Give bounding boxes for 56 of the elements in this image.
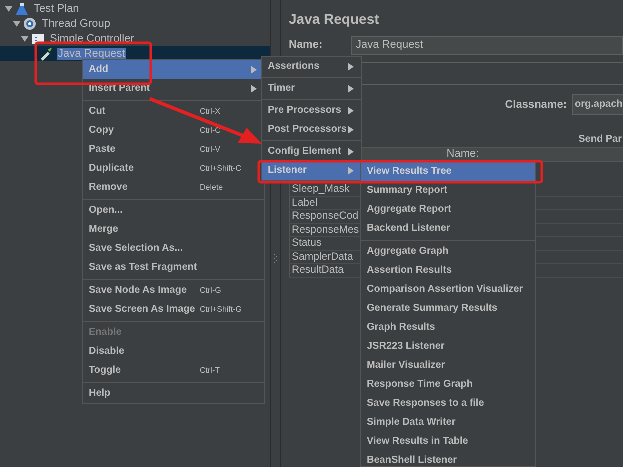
menu-item[interactable]: Merge: [83, 220, 264, 239]
gear-icon: [23, 16, 37, 30]
tree-label: Thread Group: [41, 18, 112, 30]
tree-label: Test Plan: [33, 2, 80, 14]
menu-item[interactable]: Config Element: [262, 142, 361, 161]
shortcut-label: Ctrl-C: [200, 126, 221, 135]
menu-item[interactable]: Post Processors: [262, 120, 361, 139]
menu-item[interactable]: Cut Ctrl-X: [83, 102, 264, 121]
name-field[interactable]: Java Request: [351, 36, 623, 54]
menu-item[interactable]: Open...: [83, 201, 264, 220]
section-label: Send Par: [578, 134, 622, 144]
menu-item[interactable]: Add: [83, 60, 264, 79]
shortcut-label: Ctrl-V: [200, 145, 220, 154]
menu-item[interactable]: View Results in Table: [361, 432, 535, 451]
classname-dropdown[interactable]: org.apach: [572, 94, 623, 115]
menu-item[interactable]: Duplicate Ctrl+Shift-C: [83, 159, 264, 178]
tree-item[interactable]: Test Plan: [0, 1, 270, 16]
menu-item[interactable]: Response Time Graph: [361, 375, 535, 394]
menu-item[interactable]: Save as Test Fragment: [83, 258, 264, 277]
field-label: Name:: [289, 39, 324, 51]
controller-icon: [31, 32, 45, 46]
shortcut-label: Ctrl-G: [200, 286, 222, 295]
menu-item[interactable]: Timer: [262, 79, 361, 98]
menu-item[interactable]: JSR223 Listener: [361, 337, 535, 356]
tree-label: Simple Controller: [49, 32, 136, 44]
tree-item[interactable]: Simple Controller: [0, 31, 270, 46]
tree-item[interactable]: Thread Group: [0, 16, 270, 31]
menu-item[interactable]: Disable: [83, 342, 264, 361]
shortcut-label: Ctrl+Shift-C: [200, 164, 242, 173]
shortcut-label: Ctrl+Shift-G: [200, 305, 242, 314]
shortcut-label: Ctrl-X: [200, 107, 220, 116]
menu-item[interactable]: Assertion Results: [361, 261, 535, 280]
menu-item[interactable]: Pre Processors: [262, 101, 361, 120]
menu-item[interactable]: Comparison Assertion Visualizer: [361, 280, 535, 299]
menu-item[interactable]: Paste Ctrl-V: [83, 140, 264, 159]
panel-title: Java Request: [289, 11, 380, 29]
flask-icon: [15, 2, 29, 16]
tree-label: Java Request: [57, 48, 126, 60]
menu-item[interactable]: Simple Data Writer: [361, 413, 535, 432]
menu-item[interactable]: Copy Ctrl-C: [83, 121, 264, 140]
menu-item[interactable]: View Results Tree: [361, 162, 535, 181]
field-label: Classname:: [505, 98, 567, 110]
menu-item[interactable]: Save Node As Image Ctrl-G: [83, 281, 264, 300]
menu-item[interactable]: Save Responses to a file: [361, 394, 535, 413]
shortcut-label: Ctrl-T: [200, 366, 220, 375]
menu-item[interactable]: Save Screen As Image Ctrl+Shift-G: [83, 300, 264, 319]
menu-item[interactable]: Graph Results: [361, 318, 535, 337]
menu-item[interactable]: Save Selection As...: [83, 239, 264, 258]
menu-item[interactable]: Remove Delete: [83, 178, 264, 197]
menu-item[interactable]: Help: [83, 384, 264, 403]
menu-item[interactable]: Mailer Visualizer: [361, 356, 535, 375]
shortcut-label: Delete: [200, 183, 224, 192]
menu-item[interactable]: Toggle Ctrl-T: [83, 361, 264, 380]
pipette-icon: [39, 46, 53, 60]
menu-item[interactable]: BeanShell Listener: [361, 451, 535, 466]
menu-item[interactable]: Generate Summary Results: [361, 299, 535, 318]
